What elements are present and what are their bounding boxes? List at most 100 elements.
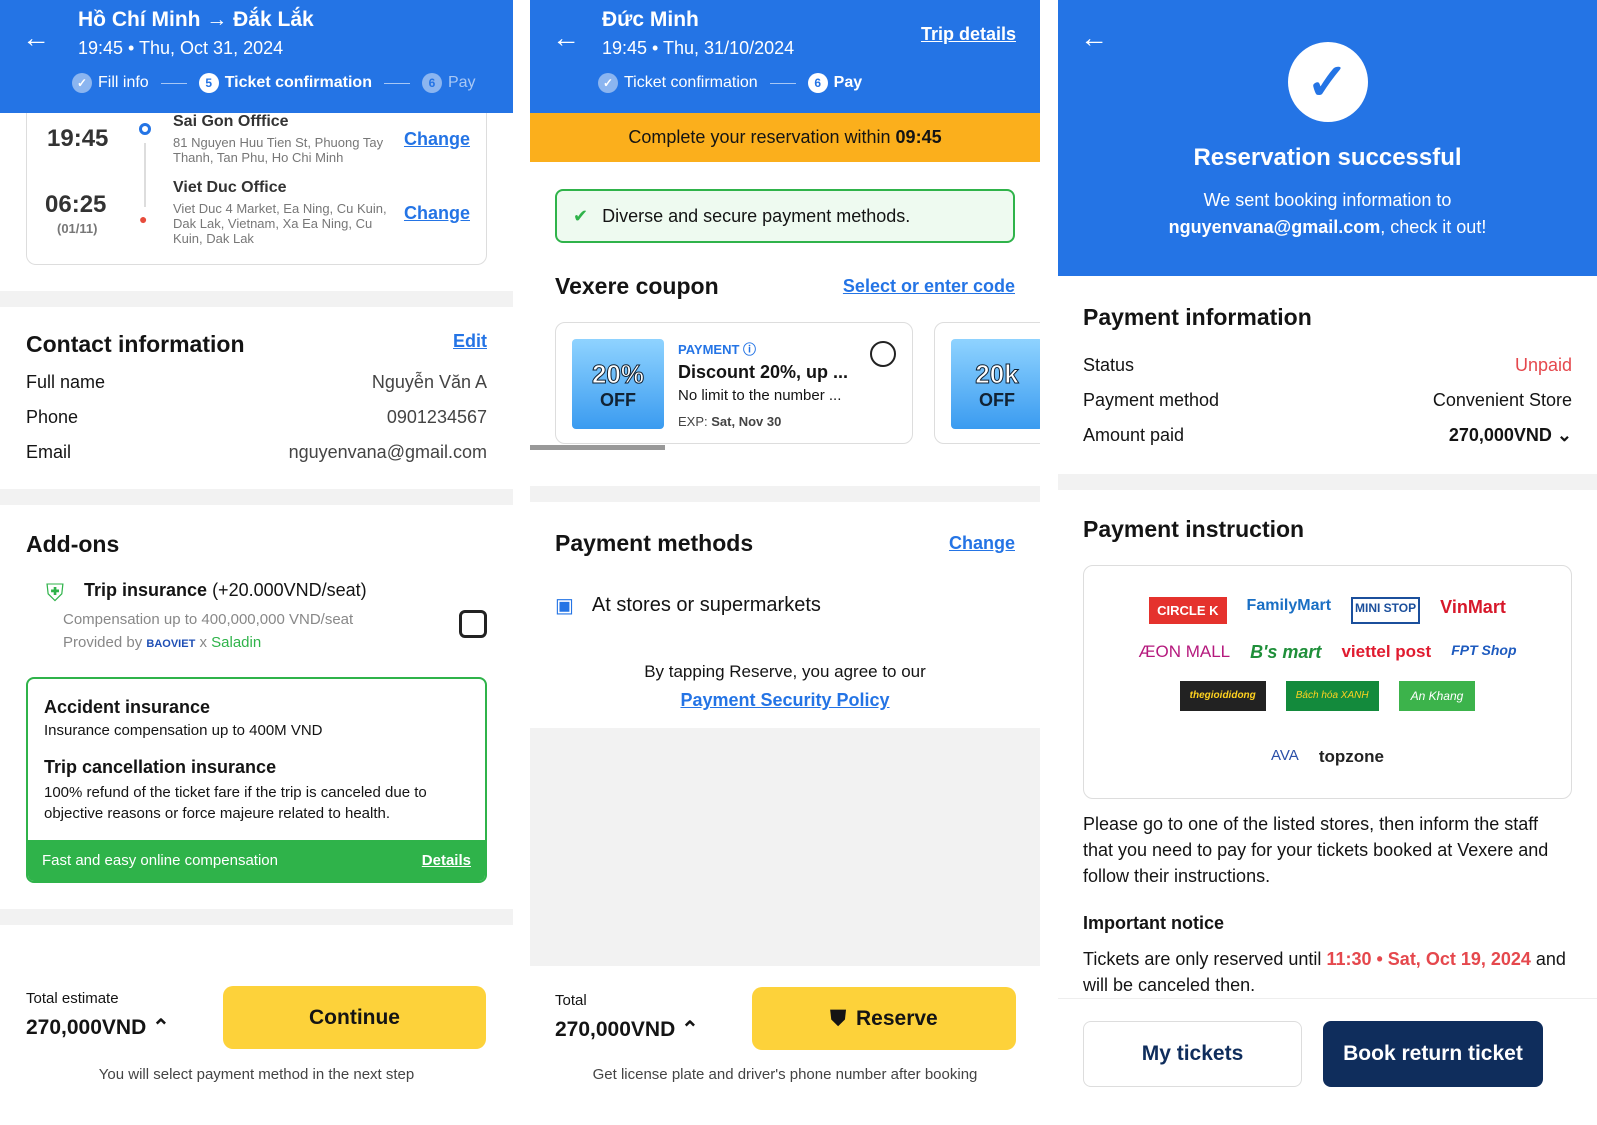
tgdd-logo: thegioididong bbox=[1179, 681, 1266, 711]
secure-notice: ✔ Diverse and secure payment methods. bbox=[555, 189, 1015, 243]
reserve-button[interactable]: ⛊ Reserve bbox=[752, 987, 1016, 1050]
step-pay: Pay bbox=[447, 74, 476, 91]
cancellation-desc: 100% refund of the ticket fare if the tr… bbox=[44, 784, 427, 822]
policy-link[interactable]: Payment Security Policy bbox=[680, 690, 889, 710]
back-arrow-icon[interactable]: ← bbox=[1080, 22, 1108, 54]
dropoff-name: Viet Duc Office bbox=[173, 179, 287, 196]
store-logos: CIRCLE K FamilyMart MINI STOP VinMart ÆO… bbox=[1083, 565, 1572, 799]
baoviet-logo: BAOVIET bbox=[146, 638, 196, 650]
my-tickets-button[interactable]: My tickets bbox=[1083, 1021, 1302, 1087]
agree-text: By tapping Reserve, you agree to our bbox=[644, 662, 926, 681]
change-payment-link[interactable]: Change bbox=[949, 533, 1015, 554]
stepper: ✓ Fill info 5 Ticket confirmation 6 Pay bbox=[72, 73, 513, 93]
phone-value: 0901234567 bbox=[386, 407, 487, 427]
label: Amount paid bbox=[1083, 425, 1185, 445]
dropoff-address: Viet Duc 4 Market, Ea Ning, Cu Kuin, Dak… bbox=[173, 201, 387, 246]
insurance-checkbox[interactable] bbox=[459, 610, 487, 638]
viettelpost-logo: viettel post bbox=[1341, 642, 1432, 661]
check-text: , check it out! bbox=[1380, 217, 1487, 237]
amount-value[interactable]: 270,000VND ⌄ bbox=[1449, 425, 1572, 446]
footer: My tickets Book return ticket bbox=[1058, 998, 1597, 1125]
coupon-tag: PAYMENT ⓘ bbox=[678, 342, 757, 357]
coupon-desc: No limit to the number ... bbox=[678, 387, 842, 404]
step-number: 5 bbox=[198, 73, 219, 93]
contact-section: Contact information Edit Full name Nguyễn … bbox=[0, 307, 513, 483]
pickup-time: 19:45 bbox=[47, 125, 109, 152]
continue-button[interactable]: Continue bbox=[223, 986, 486, 1049]
contact-title: Contact information bbox=[26, 331, 245, 357]
fptshop-logo: FPT Shop bbox=[1451, 642, 1517, 658]
success-check-icon: ✓ bbox=[1287, 42, 1368, 122]
exp-label: EXP: bbox=[678, 414, 708, 429]
shield-icon: ⛨ bbox=[46, 580, 64, 607]
coupon-title: Vexere coupon bbox=[555, 273, 719, 299]
payment-screen: ← Đức Minh 19:45 • Thu, 31/10/2024 Trip … bbox=[530, 0, 1040, 1125]
email-value: nguyenvana@gmail.com bbox=[288, 442, 487, 462]
countdown-text: Complete your reservation within bbox=[628, 127, 891, 147]
coupon-radio[interactable] bbox=[870, 341, 896, 367]
pickup-address: 81 Nguyen Huu Tien St, Phuong Tay Thanh,… bbox=[173, 135, 384, 165]
dropoff-time: 06:25 bbox=[45, 191, 107, 218]
location-pin-icon: ● bbox=[139, 211, 148, 227]
change-dropoff-link[interactable]: Change bbox=[404, 203, 470, 224]
reservation-success-screen: ← ✓ Reservation successful We sent booki… bbox=[1058, 0, 1597, 1125]
back-arrow-icon[interactable]: ← bbox=[552, 22, 580, 54]
coupon-card[interactable]: 20% OFF PAYMENT ⓘ Discount 20%, up ... No… bbox=[555, 322, 913, 444]
step-fill-info: Fill info bbox=[98, 74, 149, 91]
topzone-logo: topzone bbox=[1318, 747, 1384, 766]
accident-insurance-desc: Insurance compensation up to 400M VND bbox=[44, 722, 323, 739]
check-icon: ✓ bbox=[598, 73, 618, 93]
header: ← Hồ Chí Minh → Đắk Lắk 19:45 • Thu, Oct… bbox=[0, 0, 513, 113]
lock-shield-icon: ⛊ bbox=[830, 1006, 846, 1030]
coupon-card[interactable]: 20k OFF bbox=[934, 322, 1040, 444]
sent-text: We sent booking information to bbox=[1203, 190, 1452, 210]
trip-details-link[interactable]: Trip details bbox=[921, 24, 1016, 45]
store-icon: ▣ bbox=[555, 595, 574, 617]
bsmart-logo: B's mart bbox=[1250, 642, 1322, 662]
header: ← Đức Minh 19:45 • Thu, 31/10/2024 Trip … bbox=[530, 0, 1040, 113]
footer-note: Get license plate and driver's phone num… bbox=[592, 1066, 978, 1083]
edit-contact-link[interactable]: Edit bbox=[453, 331, 487, 358]
info-icon[interactable]: ⓘ bbox=[743, 342, 756, 357]
coupon-expiry: Sat, Nov 30 bbox=[711, 414, 782, 429]
coupon-image: 20k OFF bbox=[951, 339, 1040, 429]
check-icon: ✓ bbox=[72, 73, 92, 93]
coupon-image: 20% OFF bbox=[572, 339, 664, 429]
secure-text: Diverse and secure payment methods. bbox=[602, 205, 911, 226]
instruction-text: Please go to one of the listed stores, t… bbox=[1083, 814, 1549, 886]
book-return-button[interactable]: Book return ticket bbox=[1323, 1021, 1543, 1087]
step-ticket-confirmation: Ticket confirmation bbox=[624, 74, 758, 91]
back-arrow-icon[interactable]: ← bbox=[22, 22, 50, 54]
notice-text: Tickets are only reserved until 11:30 • … bbox=[1083, 949, 1566, 995]
route-title: Hồ Chí Minh → Đắk Lắk bbox=[78, 8, 314, 31]
step-ticket-confirmation: Ticket confirmation bbox=[224, 74, 372, 91]
dropoff-date: (01/11) bbox=[57, 221, 98, 236]
circlek-logo: CIRCLE K bbox=[1149, 597, 1227, 624]
step-number: 6 bbox=[421, 73, 442, 93]
label: Payment method bbox=[1083, 390, 1220, 410]
aeon-logo: ÆON MALL bbox=[1138, 642, 1231, 661]
select-coupon-link[interactable]: Select or enter code bbox=[843, 276, 1015, 297]
full-name-value: Nguyễn Văn A bbox=[371, 372, 487, 392]
chevron-up-icon[interactable]: ⌃ bbox=[681, 1018, 699, 1041]
change-pickup-link[interactable]: Change bbox=[404, 129, 470, 150]
step-number: 6 bbox=[807, 73, 828, 93]
email: nguyenvana@gmail.com bbox=[1168, 217, 1381, 237]
step-pay: Pay bbox=[833, 74, 863, 91]
payment-info-title: Payment information bbox=[1083, 304, 1312, 330]
notice-title: Important notice bbox=[1083, 913, 1225, 933]
compensation-text: Compensation up to 400,000,000 VND/seat bbox=[63, 611, 354, 628]
label: Phone bbox=[26, 407, 79, 427]
accident-insurance-title: Accident insurance bbox=[44, 697, 211, 717]
trip-route-card: 19:45 ● Sai Gon Offfice 81 Nguyen Huu Ti… bbox=[26, 113, 487, 265]
pickup-dot-icon bbox=[139, 123, 151, 135]
ankhang-logo: An Khang bbox=[1398, 681, 1476, 711]
footer: Total 270,000VND ⌃ ⛊ Reserve Get license … bbox=[530, 966, 1040, 1109]
insurance-name: Trip insurance bbox=[84, 580, 208, 600]
horizontal-scrollbar[interactable] bbox=[530, 445, 665, 450]
chevron-up-icon[interactable]: ⌃ bbox=[152, 1016, 170, 1039]
payment-methods-title: Payment methods bbox=[555, 530, 754, 556]
shield-check-icon: ✔ bbox=[573, 205, 589, 226]
details-link[interactable]: Details bbox=[422, 852, 471, 869]
x: x bbox=[199, 634, 207, 651]
